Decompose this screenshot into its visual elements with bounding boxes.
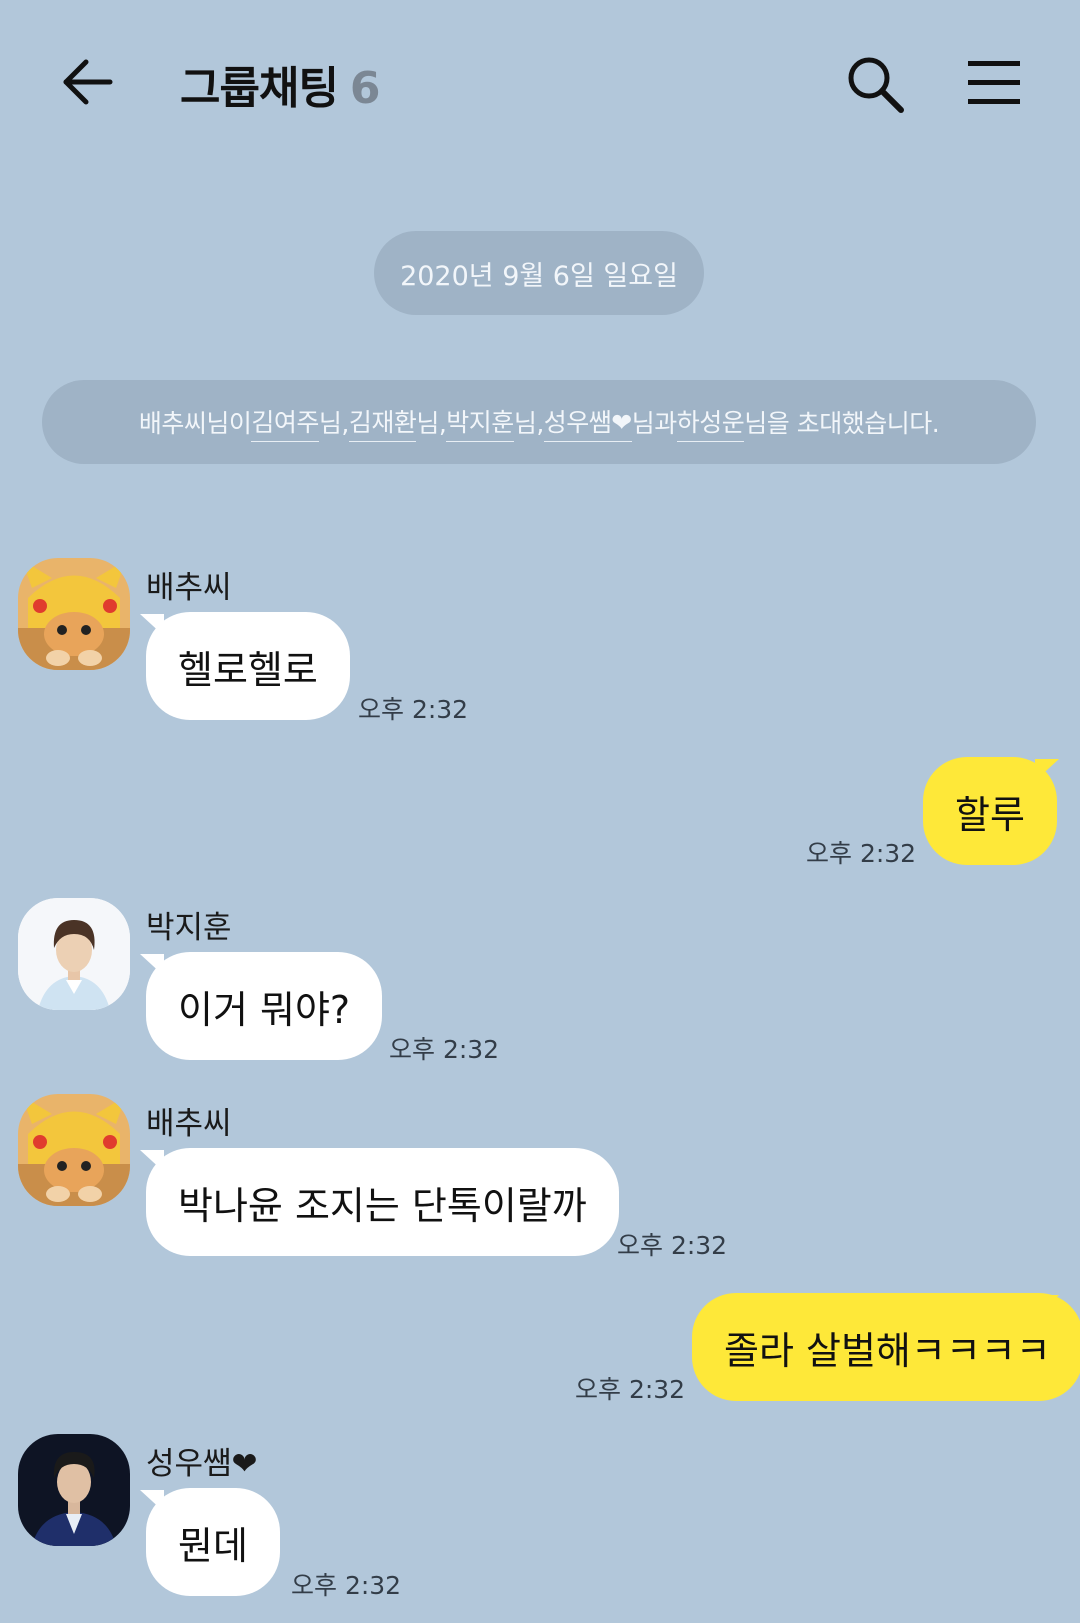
sender-name: 배추씨: [146, 1106, 232, 1142]
message-time: 오후 2:32: [389, 1035, 500, 1064]
invite-suffix: 님을 초대했습니다.: [744, 409, 940, 438]
search-icon[interactable]: [845, 54, 907, 116]
pikachu-cat-avatar[interactable]: [18, 1094, 130, 1206]
message-text: 박나윤 조지는 단톡이랄까: [178, 1183, 587, 1228]
message-time: 오후 2:32: [575, 1375, 686, 1404]
chat-title: 그룹채팅 6: [180, 52, 381, 116]
message-text: 졸라 살벌해ㅋㅋㅋㅋ: [724, 1328, 1051, 1373]
message-bubble-incoming[interactable]: 박나윤 조지는 단톡이랄까: [146, 1148, 619, 1256]
message-text: 이거 뭐야?: [178, 987, 351, 1032]
invite-separator: 님과: [631, 409, 678, 438]
pikachu-cat-avatar[interactable]: [18, 558, 130, 670]
message-bubble-incoming[interactable]: 헬로헬로: [146, 612, 350, 720]
sender-name: 성우쌤❤: [146, 1446, 258, 1482]
message-text: 뭔데: [178, 1523, 248, 1568]
message-bubble-incoming[interactable]: 이거 뭐야?: [146, 952, 383, 1060]
invited-user-link[interactable]: 김재환: [348, 403, 417, 442]
bubble-tail: [1035, 1295, 1059, 1317]
chat-header: 그룹채팅 6: [0, 0, 1080, 170]
invite-separator: 님,: [513, 409, 544, 438]
invite-separator: 님,: [318, 409, 349, 438]
system-invite-message: 배추씨님이 김여주 님, 김재환 님, 박지훈 님, 성우쌤❤ 님과 하성운 님…: [42, 380, 1036, 464]
sender-name: 배추씨: [146, 570, 232, 606]
member-count: 6: [349, 63, 381, 114]
back-arrow-icon[interactable]: [58, 52, 118, 112]
person-avatar[interactable]: [18, 1434, 130, 1546]
sender-name: 박지훈: [146, 910, 232, 946]
message-time: 오후 2:32: [617, 1231, 728, 1260]
message-text: 헬로헬로: [178, 647, 318, 692]
date-divider: 2020년 9월 6일 일요일: [374, 231, 704, 315]
hamburger-menu-icon[interactable]: [966, 58, 1024, 108]
message-time: 오후 2:32: [291, 1571, 402, 1600]
invited-user-link[interactable]: 김여주: [251, 403, 319, 442]
invited-user-link[interactable]: 하성운: [676, 403, 745, 442]
message-bubble-outgoing[interactable]: 졸라 살벌해ㅋㅋㅋㅋ: [692, 1293, 1080, 1401]
chat-title-label: 그룹채팅: [180, 63, 339, 114]
date-divider-text: 2020년 9월 6일 일요일: [400, 260, 678, 292]
message-time: 오후 2:32: [358, 695, 469, 724]
invite-prefix: 배추씨님이: [138, 409, 252, 438]
message-bubble-incoming[interactable]: 뭔데: [146, 1488, 280, 1596]
message-time: 오후 2:32: [806, 839, 917, 868]
invited-user-link[interactable]: 박지훈: [446, 403, 514, 442]
invited-user-link[interactable]: 성우쌤❤: [543, 403, 632, 442]
message-text: 할루: [955, 792, 1025, 837]
invite-separator: 님,: [416, 409, 447, 438]
person-avatar[interactable]: [18, 898, 130, 1010]
bubble-tail: [1035, 759, 1059, 781]
